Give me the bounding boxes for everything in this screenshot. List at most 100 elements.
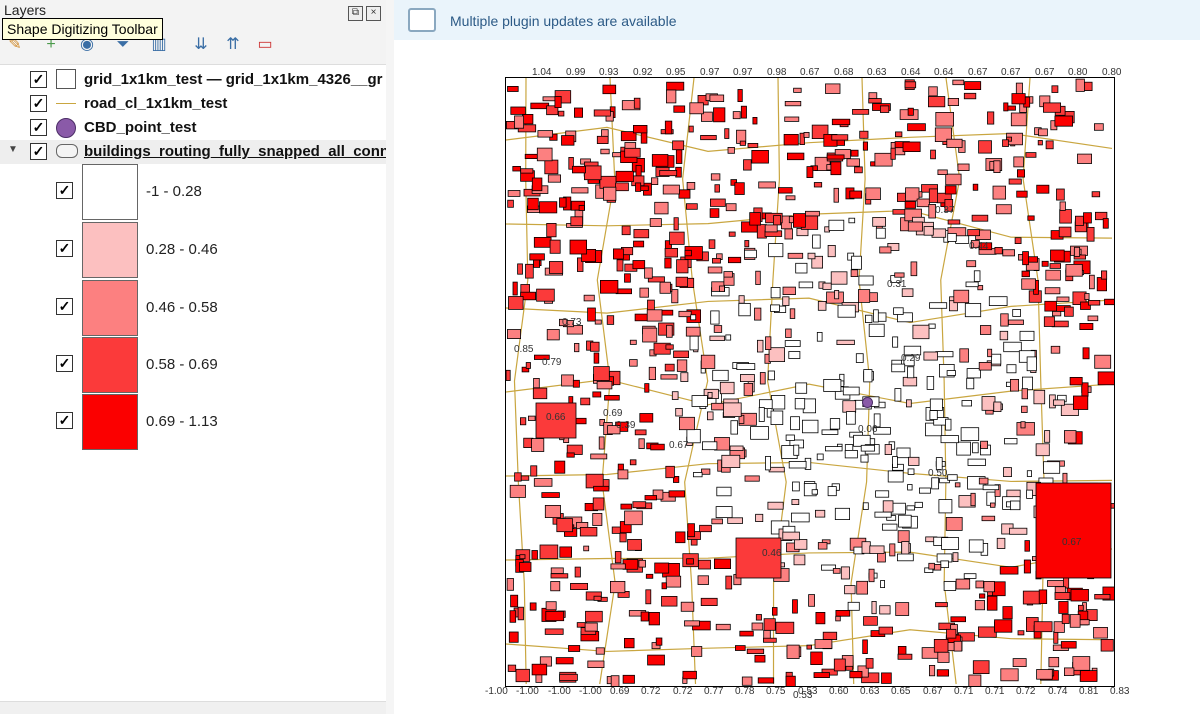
building-polygon: [659, 170, 678, 177]
building-polygon: [587, 307, 596, 322]
building-polygon: [793, 444, 800, 456]
building-polygon: [1026, 470, 1032, 477]
building-polygon: [1011, 93, 1026, 105]
building-polygon: [844, 585, 856, 595]
collapse-arrow-icon[interactable]: ▼: [8, 144, 18, 155]
legend-checkbox[interactable]: ✓: [56, 298, 73, 315]
building-polygon: [801, 419, 819, 434]
layer-visibility-checkbox[interactable]: ✓: [30, 143, 47, 160]
building-polygon: [572, 165, 586, 174]
layer-row-road[interactable]: ✓ road_cl_1x1km_test: [0, 92, 386, 116]
plugin-update-message[interactable]: Multiple plugin updates are available: [450, 13, 676, 29]
building-polygon: [815, 612, 826, 625]
building-polygon: [1075, 78, 1085, 92]
building-polygon: [1054, 592, 1071, 600]
building-polygon: [559, 546, 572, 558]
building-polygon: [966, 368, 981, 379]
building-polygon: [676, 259, 689, 274]
building-polygon: [971, 214, 989, 222]
building-polygon: [537, 130, 553, 138]
building-polygon: [935, 351, 954, 358]
building-polygon: [914, 501, 923, 508]
building-polygon: [990, 353, 1002, 365]
legend-item[interactable]: ✓ 0.69 - 1.13: [0, 394, 386, 450]
building-polygon: [531, 438, 545, 452]
legend-checkbox[interactable]: ✓: [56, 240, 73, 257]
building-polygon: [928, 665, 936, 677]
building-polygon: [561, 374, 574, 387]
building-polygon: [1094, 594, 1111, 600]
building-polygon: [507, 190, 521, 197]
building-polygon: [579, 526, 598, 537]
legend-item[interactable]: ✓ -1 - 0.28: [0, 164, 386, 220]
close-panel-icon[interactable]: ×: [366, 6, 381, 21]
horizontal-scrollbar[interactable]: [0, 701, 386, 714]
building-polygon: [831, 134, 849, 141]
building-polygon: [1022, 590, 1041, 605]
building-polygon: [519, 417, 527, 426]
building-polygon: [894, 272, 905, 278]
building-polygon: [689, 102, 704, 115]
layer-row-buildings[interactable]: ▼ ✓ buildings_routing_fully_snapped_all_…: [0, 140, 386, 164]
building-polygon: [724, 128, 730, 139]
building-polygon: [603, 186, 617, 201]
value-label: 0.79: [542, 357, 562, 368]
building-polygon: [1025, 152, 1037, 158]
building-polygon: [814, 639, 833, 649]
building-polygon: [967, 458, 986, 466]
building-polygon: [550, 581, 561, 592]
remove-layer-icon[interactable]: ▭: [254, 34, 276, 56]
building-polygon: [862, 141, 868, 151]
building-polygon: [744, 249, 757, 259]
building-polygon: [1043, 461, 1061, 474]
layer-visibility-checkbox[interactable]: ✓: [30, 95, 47, 112]
building-polygon: [993, 160, 1001, 174]
legend-item[interactable]: ✓ 0.58 - 0.69: [0, 337, 386, 393]
building-polygon: [771, 607, 778, 616]
panel-splitter[interactable]: [386, 0, 394, 714]
float-panel-icon[interactable]: ⧉: [348, 6, 363, 21]
building-polygon: [700, 354, 716, 369]
building-polygon: [654, 562, 670, 574]
building-polygon: [879, 605, 891, 615]
building-polygon: [788, 351, 801, 359]
building-polygon: [856, 580, 869, 595]
building-polygon: [561, 135, 575, 146]
building-polygon: [574, 566, 581, 578]
value-label: 0.65: [891, 686, 911, 697]
buildings-map: [506, 78, 1114, 686]
layer-visibility-checkbox[interactable]: ✓: [30, 71, 47, 88]
layer-row-grid[interactable]: ✓ grid_1x1km_test — grid_1x1km_4326__gr: [0, 68, 386, 92]
building-polygon: [756, 339, 764, 353]
layer-row-cbd[interactable]: ✓ CBD_point_test: [0, 116, 386, 140]
building-polygon: [684, 620, 700, 627]
legend-item[interactable]: ✓ 0.46 - 0.58: [0, 280, 386, 336]
expand-all-icon[interactable]: ⇊: [190, 34, 212, 56]
building-polygon: [1097, 371, 1114, 386]
building-polygon: [895, 602, 910, 616]
building-polygon: [814, 509, 826, 518]
building-polygon: [593, 352, 600, 364]
building-polygon: [759, 372, 766, 385]
building-polygon: [640, 611, 650, 622]
layer-visibility-checkbox[interactable]: ✓: [30, 119, 47, 136]
building-polygon: [1003, 467, 1012, 478]
building-polygon: [1050, 249, 1065, 262]
cbd-point-marker[interactable]: [862, 397, 873, 408]
building-polygon: [1033, 621, 1053, 633]
legend-checkbox[interactable]: ✓: [56, 412, 73, 429]
building-polygon: [793, 87, 802, 93]
building-polygon: [754, 307, 762, 321]
legend-checkbox[interactable]: ✓: [56, 182, 73, 199]
building-polygon: [873, 309, 879, 323]
value-label: 0.85: [514, 344, 534, 355]
building-polygon: [764, 224, 778, 233]
legend-checkbox[interactable]: ✓: [56, 355, 73, 372]
legend-item[interactable]: ✓ 0.28 - 0.46: [0, 222, 386, 278]
collapse-all-icon[interactable]: ⇈: [222, 34, 244, 56]
building-polygon: [701, 441, 718, 451]
building-polygon: [860, 444, 875, 452]
building-polygon: [727, 256, 742, 264]
building-polygon: [610, 675, 620, 686]
building-polygon: [762, 637, 777, 643]
